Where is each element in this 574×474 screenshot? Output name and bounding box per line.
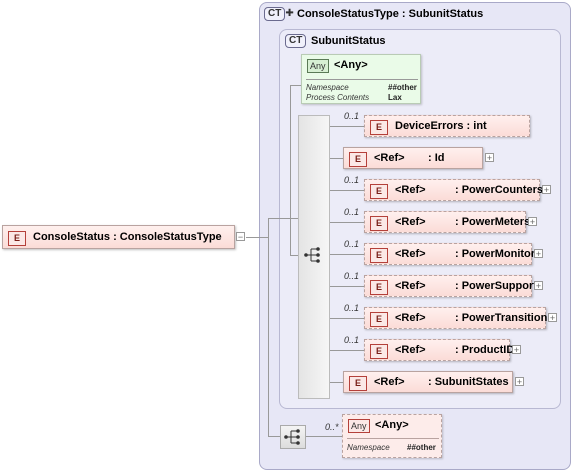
expand-icon[interactable]: +	[542, 185, 551, 195]
element-badge: E	[370, 120, 388, 135]
expand-icon[interactable]: +	[512, 345, 521, 355]
child-element[interactable]: E <Ref> : PowerCounters	[364, 179, 544, 201]
expand-icon[interactable]: +	[515, 377, 524, 387]
sequence-icon	[304, 246, 322, 267]
element-name: : PowerSupport	[455, 280, 537, 292]
element-badge: E	[370, 216, 388, 231]
element-name: : PowerCounters	[455, 184, 544, 196]
complex-type-title: ConsoleStatusType : SubunitStatus	[297, 8, 484, 20]
any-title: <Any>	[375, 419, 409, 431]
element-name: : PowerMeters	[455, 216, 531, 228]
collapse-icon[interactable]: −	[236, 232, 245, 242]
child-element[interactable]: E <Ref> : PowerMonitor	[364, 243, 536, 265]
element-name: DeviceErrors : int	[395, 120, 487, 132]
any-badge: Any	[307, 59, 329, 73]
ref-label: <Ref>	[395, 280, 426, 292]
expand-icon[interactable]: +	[534, 281, 543, 291]
element-badge: E	[370, 344, 388, 359]
occurrence-label: 0..1	[344, 239, 360, 249]
base-type-title: SubunitStatus	[311, 35, 386, 47]
element-name: : SubunitStates	[428, 376, 509, 388]
base-type-badge: CT	[285, 34, 307, 48]
child-element[interactable]: E <Ref> : PowerSupport	[364, 275, 537, 297]
occurrence-label: 0..1	[344, 303, 360, 313]
occurrence-label: 0..1	[344, 271, 360, 281]
expand-icon[interactable]: +	[485, 153, 494, 163]
ref-label: <Ref>	[395, 216, 426, 228]
any-element-bottom[interactable]: Any <Any> Namespace ##other	[342, 414, 442, 458]
element-badge: E	[349, 376, 367, 391]
child-element[interactable]: E <Ref> : PowerMeters	[364, 211, 530, 233]
element-name: : ProductID	[455, 344, 515, 356]
ref-label: <Ref>	[395, 184, 426, 196]
namespace-label: Namespace	[306, 83, 349, 92]
ct-plus-icon: ✚	[285, 8, 294, 19]
child-element[interactable]: E <Ref> : ProductID	[364, 339, 514, 361]
occurrence-label: 0..1	[344, 207, 360, 217]
any-element-top[interactable]: Any <Any> Namespace ##other Process Cont…	[301, 54, 421, 104]
ref-label: <Ref>	[374, 376, 405, 388]
expand-icon[interactable]: +	[534, 249, 543, 259]
sequence-icon-bottom	[284, 428, 302, 449]
namespace-label: Namespace	[347, 443, 390, 452]
element-name: : PowerMonitor	[455, 248, 536, 260]
child-element[interactable]: E DeviceErrors : int	[364, 115, 530, 137]
element-badge: E	[370, 184, 388, 199]
child-element[interactable]: E <Ref> : SubunitStates	[343, 371, 513, 393]
any-badge: Any	[348, 419, 370, 433]
process-contents-label: Process Contents	[306, 93, 370, 102]
child-element[interactable]: E <Ref> : PowerTransition	[364, 307, 548, 329]
ref-label: <Ref>	[395, 312, 426, 324]
occurrence-label: 0..1	[344, 175, 360, 185]
ref-label: <Ref>	[374, 152, 405, 164]
ref-label: <Ref>	[395, 248, 426, 260]
element-badge: E	[370, 312, 388, 327]
element-badge: E	[349, 152, 367, 167]
element-name: : Id	[428, 152, 445, 164]
root-element-name: ConsoleStatus : ConsoleStatusType	[33, 231, 222, 243]
ref-label: <Ref>	[395, 344, 426, 356]
any-title: <Any>	[334, 59, 368, 71]
occurrence-label: 0..1	[344, 111, 360, 121]
process-contents-value: Lax	[388, 93, 402, 102]
element-name: : PowerTransition	[455, 312, 548, 324]
root-element[interactable]: E ConsoleStatus : ConsoleStatusType	[2, 225, 235, 249]
namespace-value: ##other	[388, 83, 417, 92]
expand-icon[interactable]: +	[548, 313, 557, 323]
occurrence-label: 0..*	[325, 422, 339, 432]
namespace-value: ##other	[407, 443, 436, 452]
occurrence-label: 0..1	[344, 335, 360, 345]
element-badge: E	[370, 248, 388, 263]
element-badge: E	[370, 280, 388, 295]
element-badge: E	[8, 231, 26, 246]
child-element[interactable]: E <Ref> : Id	[343, 147, 483, 169]
complex-type-badge: CT ✚	[264, 7, 294, 21]
expand-icon[interactable]: +	[528, 217, 537, 227]
